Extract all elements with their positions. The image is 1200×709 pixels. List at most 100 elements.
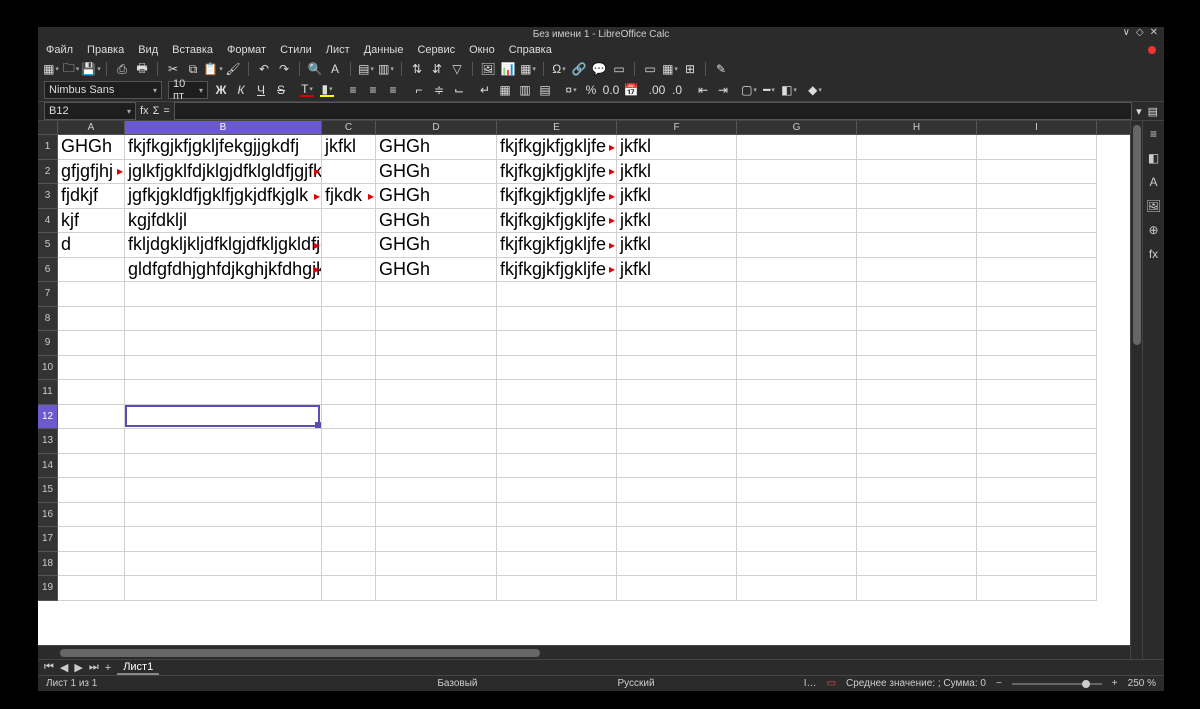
highlight-icon[interactable]: ▮ xyxy=(320,83,334,97)
menu-sheet[interactable]: Лист xyxy=(326,44,350,56)
cell[interactable] xyxy=(497,527,617,552)
cell[interactable]: GHGh xyxy=(58,135,125,160)
minimize-icon[interactable]: ∨ xyxy=(1123,27,1130,38)
cell[interactable] xyxy=(617,576,737,601)
cell[interactable] xyxy=(857,135,977,160)
cell[interactable] xyxy=(977,503,1097,528)
del-decimal-icon[interactable]: .0 xyxy=(670,83,684,97)
cell[interactable]: fkljdgkljkljdfklgjdfkljgkldfjgkljd▸ xyxy=(125,233,322,258)
cell[interactable] xyxy=(857,454,977,479)
row-header[interactable]: 3 xyxy=(38,184,58,209)
cell[interactable] xyxy=(376,552,497,577)
row-icon[interactable]: ▤ xyxy=(359,62,373,76)
row-header[interactable]: 6 xyxy=(38,258,58,283)
cell[interactable]: GHGh xyxy=(376,184,497,209)
cell[interactable] xyxy=(977,307,1097,332)
hyperlink-icon[interactable]: 🔗 xyxy=(572,62,586,76)
cell[interactable]: jkfkl xyxy=(617,160,737,185)
cell[interactable] xyxy=(497,503,617,528)
cell[interactable] xyxy=(125,429,322,454)
cell[interactable] xyxy=(376,429,497,454)
freeze-icon[interactable]: ▦ xyxy=(663,62,677,76)
cell[interactable]: fkjfkgjkfjgkljfe▸ xyxy=(497,160,617,185)
row-header[interactable]: 13 xyxy=(38,429,58,454)
cell[interactable]: GHGh xyxy=(376,233,497,258)
cell[interactable] xyxy=(737,380,857,405)
sidebar-navigator-icon[interactable]: ⊕ xyxy=(1148,223,1158,237)
zoom-value[interactable]: 250 % xyxy=(1128,678,1156,689)
zoom-slider[interactable] xyxy=(1012,683,1102,685)
cell[interactable] xyxy=(322,258,376,283)
cell[interactable] xyxy=(977,405,1097,430)
sidebar-styles-icon[interactable]: A xyxy=(1149,175,1157,189)
new-icon[interactable]: ▦ xyxy=(44,62,58,76)
row-header[interactable]: 17 xyxy=(38,527,58,552)
col-header-E[interactable]: E xyxy=(497,121,617,134)
cell[interactable] xyxy=(376,478,497,503)
cell[interactable] xyxy=(977,454,1097,479)
cell[interactable] xyxy=(322,454,376,479)
cell[interactable] xyxy=(857,258,977,283)
bold-icon[interactable]: Ж xyxy=(214,83,228,97)
cell[interactable]: fkjfkgjkfjgkljfe▸ xyxy=(497,184,617,209)
sort-desc-icon[interactable]: ⇵ xyxy=(430,62,444,76)
row-header[interactable]: 7 xyxy=(38,282,58,307)
cell[interactable] xyxy=(376,356,497,381)
close-doc-icon[interactable] xyxy=(1148,46,1156,54)
tab-prev-icon[interactable]: ◀ xyxy=(60,661,68,674)
date-icon[interactable]: 📅 xyxy=(624,83,638,97)
cell[interactable] xyxy=(322,380,376,405)
cell[interactable] xyxy=(376,331,497,356)
cell[interactable] xyxy=(497,552,617,577)
cell[interactable] xyxy=(376,576,497,601)
cell[interactable] xyxy=(58,552,125,577)
cell[interactable]: jglkfjgklfdjklgjdfklgldfjgjfkljgkl▸ xyxy=(125,160,322,185)
cell[interactable] xyxy=(125,356,322,381)
cell[interactable] xyxy=(617,429,737,454)
cell[interactable] xyxy=(977,233,1097,258)
cell[interactable]: fkjfkgjkfjgkljfekgjjgkdfj xyxy=(125,135,322,160)
cell[interactable] xyxy=(125,527,322,552)
horizontal-scrollbar[interactable] xyxy=(38,645,1130,659)
cell[interactable]: jkfkl xyxy=(322,135,376,160)
cell[interactable] xyxy=(857,429,977,454)
underline-icon[interactable]: Ч xyxy=(254,83,268,97)
cell[interactable] xyxy=(857,160,977,185)
cell[interactable]: fkjfkgjkfjgkljfe▸ xyxy=(497,258,617,283)
borders-icon[interactable]: ▢ xyxy=(742,83,756,97)
cell[interactable] xyxy=(857,209,977,234)
clone-format-icon[interactable]: 🖌 xyxy=(226,62,240,76)
cell[interactable] xyxy=(977,552,1097,577)
cell[interactable] xyxy=(58,478,125,503)
row-header[interactable]: 15 xyxy=(38,478,58,503)
sidebar-toggle-icon[interactable]: ▤ xyxy=(1148,105,1158,118)
copy-icon[interactable]: ⧉ xyxy=(186,62,200,76)
percent-icon[interactable]: % xyxy=(584,83,598,97)
cell[interactable] xyxy=(617,552,737,577)
row-header[interactable]: 5 xyxy=(38,233,58,258)
cell[interactable] xyxy=(737,356,857,381)
currency-icon[interactable]: ¤ xyxy=(564,83,578,97)
cell[interactable] xyxy=(322,503,376,528)
cell[interactable] xyxy=(125,576,322,601)
cell[interactable] xyxy=(125,552,322,577)
cell[interactable]: jkfkl xyxy=(617,209,737,234)
cell-grid[interactable]: 1GHGhfkjfkgjkfjgkljfekgjjgkdfjjkfklGHGhf… xyxy=(38,135,1130,645)
menu-data[interactable]: Данные xyxy=(364,44,404,56)
cell[interactable] xyxy=(376,282,497,307)
menu-tools[interactable]: Сервис xyxy=(417,44,455,56)
cell[interactable] xyxy=(737,527,857,552)
cell[interactable] xyxy=(125,380,322,405)
valign-top-icon[interactable]: ⌐ xyxy=(412,83,426,97)
menu-insert[interactable]: Вставка xyxy=(172,44,213,56)
align-left-icon[interactable]: ≡ xyxy=(346,83,360,97)
row-header[interactable]: 14 xyxy=(38,454,58,479)
tab-next-icon[interactable]: ▶ xyxy=(74,661,82,674)
define-range-icon[interactable]: ▭ xyxy=(643,62,657,76)
cell[interactable] xyxy=(977,282,1097,307)
row-header[interactable]: 9 xyxy=(38,331,58,356)
row-header[interactable]: 18 xyxy=(38,552,58,577)
cell[interactable] xyxy=(497,282,617,307)
menu-styles[interactable]: Стили xyxy=(280,44,312,56)
col-header-D[interactable]: D xyxy=(376,121,497,134)
